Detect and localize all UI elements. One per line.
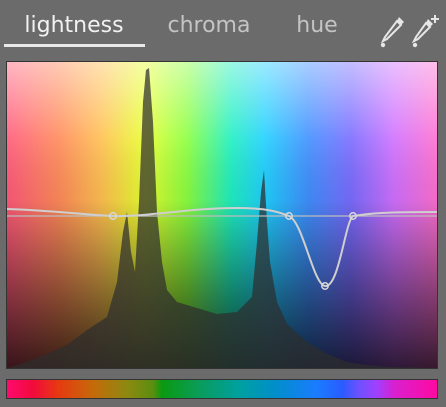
- tab-bar: lightness chroma hue: [0, 0, 446, 52]
- active-tab-indicator: [4, 44, 145, 47]
- tab-hue[interactable]: hue: [282, 6, 352, 46]
- graph-canvas[interactable]: [7, 62, 437, 368]
- color-zones-graph[interactable]: [6, 61, 438, 369]
- tab-chroma[interactable]: chroma: [150, 6, 268, 46]
- eyedropper-icon[interactable]: [378, 14, 408, 48]
- hue-gradient-bar: [6, 379, 438, 399]
- eyedropper-plus-icon[interactable]: [410, 14, 440, 48]
- tab-lightness[interactable]: lightness: [4, 6, 144, 46]
